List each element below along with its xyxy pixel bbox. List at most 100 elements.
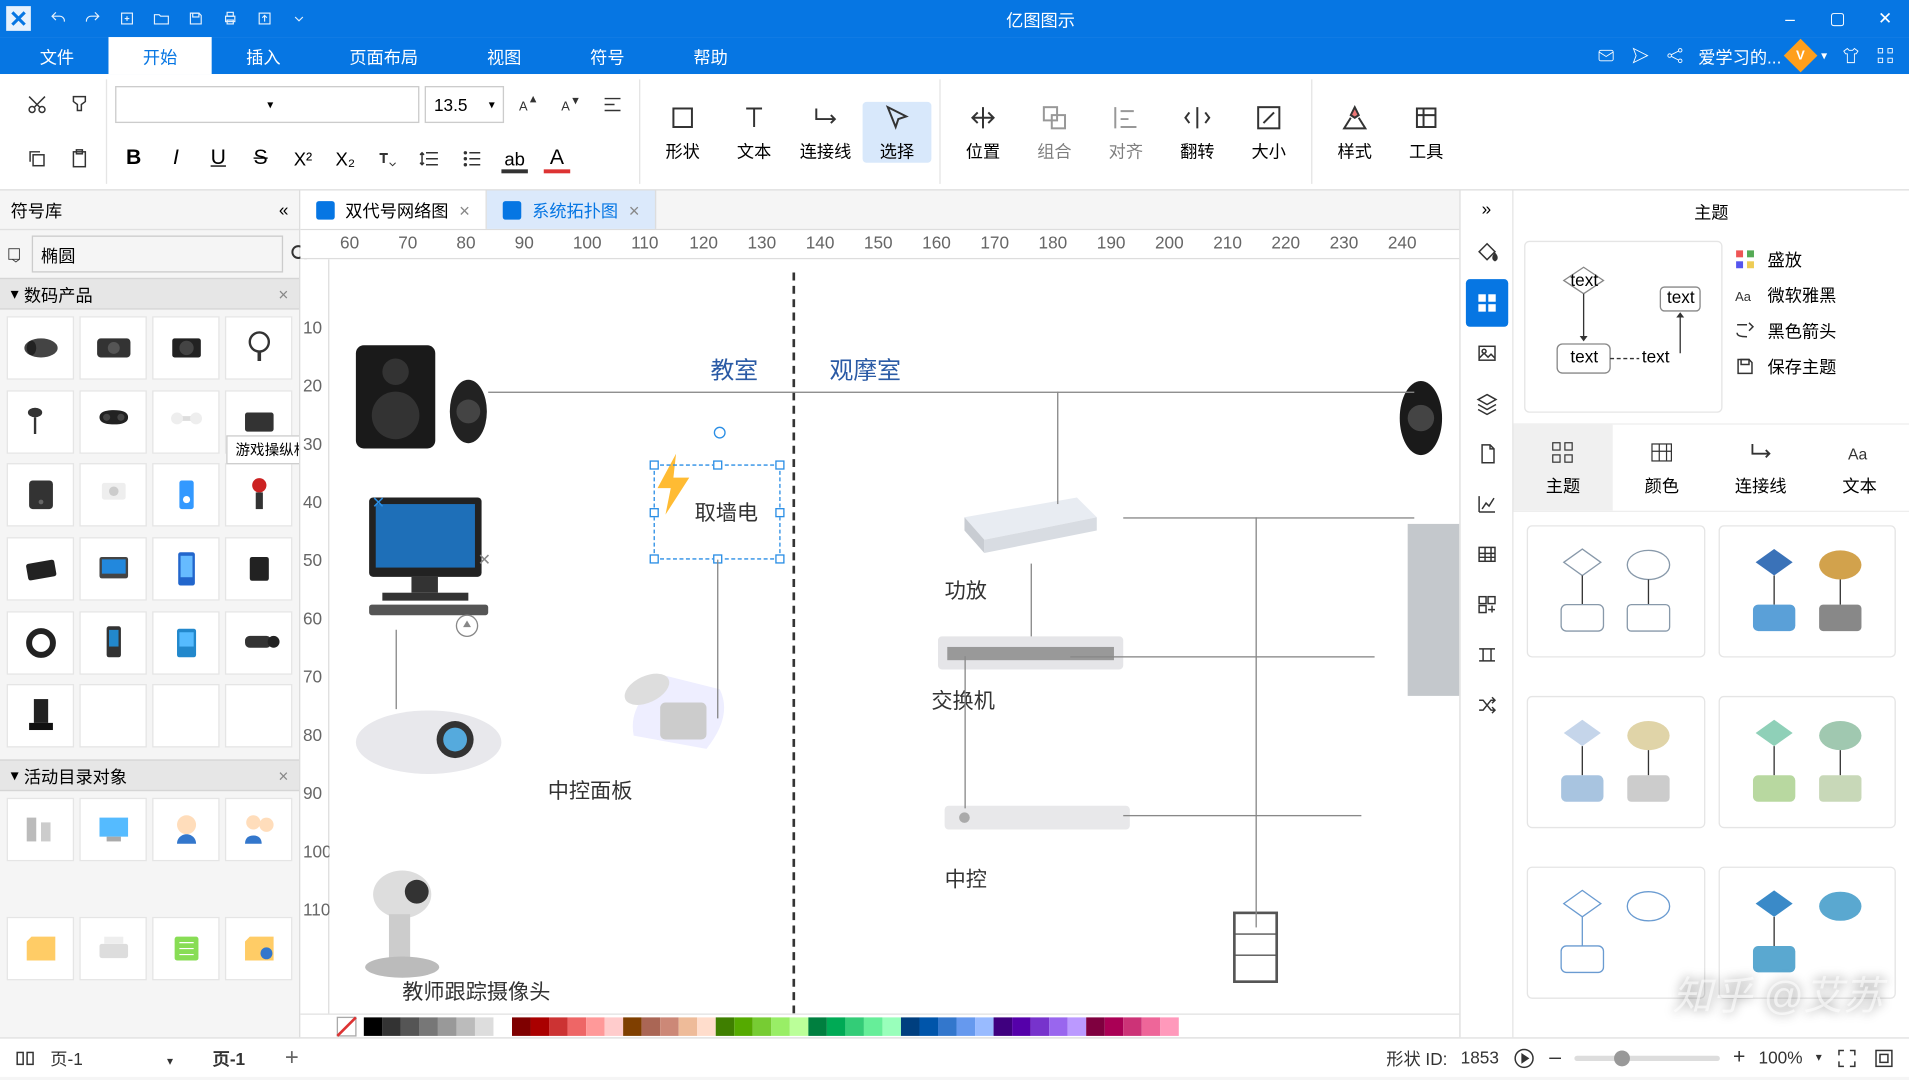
align-group-button[interactable]: 对齐: [1091, 101, 1160, 162]
window-close-button[interactable]: ✕: [1861, 0, 1909, 37]
highlight-button[interactable]: ab: [496, 140, 533, 177]
theme-card[interactable]: [1527, 867, 1705, 999]
menu-help[interactable]: 帮助: [659, 37, 762, 74]
theme-tab-connector[interactable]: 连接线: [1711, 425, 1810, 511]
theme-save-button[interactable]: 保存主题: [1733, 353, 1898, 378]
resize-handle-x[interactable]: ✕: [478, 550, 491, 569]
resize-handle-x[interactable]: ✕: [372, 493, 385, 512]
color-swatch[interactable]: [493, 1017, 512, 1036]
device-amplifier[interactable]: [951, 484, 1110, 567]
color-swatch[interactable]: [957, 1017, 976, 1036]
save-icon[interactable]: [180, 3, 212, 35]
format-painter-button[interactable]: [61, 86, 98, 123]
symbol-item[interactable]: [152, 917, 219, 981]
position-button[interactable]: 位置: [949, 101, 1018, 162]
color-swatch[interactable]: [660, 1017, 679, 1036]
color-swatch[interactable]: [623, 1017, 642, 1036]
qat-dropdown-icon[interactable]: [283, 3, 315, 35]
symbol-search-input[interactable]: [32, 235, 283, 272]
menu-view[interactable]: 视图: [453, 37, 556, 74]
device-rack[interactable]: [1229, 908, 1282, 991]
export-icon[interactable]: [249, 3, 281, 35]
strike-button[interactable]: S: [242, 140, 279, 177]
color-swatch[interactable]: [790, 1017, 809, 1036]
color-swatch[interactable]: [919, 1017, 938, 1036]
color-swatch[interactable]: [864, 1017, 883, 1036]
redo-icon[interactable]: [77, 3, 109, 35]
menu-start[interactable]: 开始: [109, 37, 212, 74]
symbol-item[interactable]: [79, 798, 146, 862]
color-swatch[interactable]: [1049, 1017, 1068, 1036]
symbol-item[interactable]: [79, 390, 146, 454]
cut-button[interactable]: [19, 86, 56, 123]
window-maximize-button[interactable]: ▢: [1814, 0, 1862, 37]
group-button[interactable]: 组合: [1020, 101, 1089, 162]
font-size-input[interactable]: 13.5▾: [425, 86, 504, 123]
window-minimize-button[interactable]: –: [1766, 0, 1814, 37]
library-picker-icon[interactable]: [5, 235, 26, 272]
superscript-button[interactable]: X²: [284, 140, 321, 177]
distribute-tool-icon[interactable]: [1465, 631, 1507, 679]
symbol-item[interactable]: [152, 390, 219, 454]
add-page-button[interactable]: +: [285, 1044, 299, 1072]
text-button[interactable]: 文本: [720, 101, 789, 162]
align-button[interactable]: [594, 86, 631, 123]
blocks-tool-icon[interactable]: [1465, 581, 1507, 629]
symbol-item[interactable]: [225, 611, 292, 675]
color-swatch[interactable]: [845, 1017, 864, 1036]
expand-panel-icon[interactable]: »: [1482, 198, 1492, 218]
color-swatch[interactable]: [697, 1017, 716, 1036]
fill-tool-icon[interactable]: [1465, 229, 1507, 277]
menu-file[interactable]: 文件: [5, 37, 108, 74]
device-speakers[interactable]: [1388, 372, 1454, 469]
color-swatch[interactable]: [531, 1017, 550, 1036]
color-swatch[interactable]: [771, 1017, 790, 1036]
color-swatch[interactable]: [605, 1017, 624, 1036]
symbol-item[interactable]: [152, 316, 219, 380]
font-grow-button[interactable]: A▴: [509, 86, 546, 123]
presentation-icon[interactable]: [1512, 1046, 1536, 1070]
close-tab-icon[interactable]: ×: [629, 199, 640, 220]
symbol-item[interactable]: [225, 798, 292, 862]
device-camera[interactable]: [343, 855, 475, 991]
shuffle-tool-icon[interactable]: [1465, 681, 1507, 729]
symbol-item[interactable]: [225, 316, 292, 380]
symbol-item[interactable]: [79, 611, 146, 675]
collapse-panel-icon[interactable]: «: [279, 200, 289, 220]
underline-button[interactable]: U: [200, 140, 237, 177]
theme-card[interactable]: [1718, 696, 1896, 828]
color-swatch[interactable]: [734, 1017, 753, 1036]
theme-prop-font[interactable]: Aa微软雅黑: [1733, 282, 1898, 307]
document-tab[interactable]: 双代号网络图×: [300, 191, 487, 229]
page-tab[interactable]: 页-1: [213, 1045, 245, 1070]
zoom-in-button[interactable]: +: [1733, 1046, 1745, 1070]
new-icon[interactable]: [111, 3, 143, 35]
color-swatch[interactable]: [938, 1017, 957, 1036]
theme-card[interactable]: [1718, 525, 1896, 657]
color-swatch[interactable]: [419, 1017, 438, 1036]
color-swatch[interactable]: [994, 1017, 1013, 1036]
symbol-item[interactable]: [225, 537, 292, 601]
device-central-control[interactable]: [938, 795, 1136, 845]
device-control-panel[interactable]: [607, 643, 753, 792]
font-name-input[interactable]: ▾: [115, 86, 419, 123]
layers-tool-icon[interactable]: [1465, 380, 1507, 428]
color-swatch[interactable]: [1031, 1017, 1050, 1036]
color-swatch[interactable]: [568, 1017, 587, 1036]
color-swatch[interactable]: [679, 1017, 698, 1036]
paste-button[interactable]: [61, 140, 98, 177]
copy-button[interactable]: [19, 140, 56, 177]
color-swatch[interactable]: [882, 1017, 901, 1036]
color-swatch[interactable]: [1142, 1017, 1161, 1036]
italic-button[interactable]: I: [157, 140, 194, 177]
close-section-icon[interactable]: ×: [278, 284, 288, 304]
color-swatch[interactable]: [1123, 1017, 1142, 1036]
symbol-item[interactable]: [7, 917, 74, 981]
chart-tool-icon[interactable]: [1465, 480, 1507, 528]
print-icon[interactable]: [214, 3, 246, 35]
menu-page-layout[interactable]: 页面布局: [315, 37, 453, 74]
menu-symbol[interactable]: 符号: [556, 37, 659, 74]
color-swatch[interactable]: [456, 1017, 475, 1036]
image-tool-icon[interactable]: [1465, 329, 1507, 377]
page-selector[interactable]: 页-1 ▾: [50, 1045, 173, 1070]
